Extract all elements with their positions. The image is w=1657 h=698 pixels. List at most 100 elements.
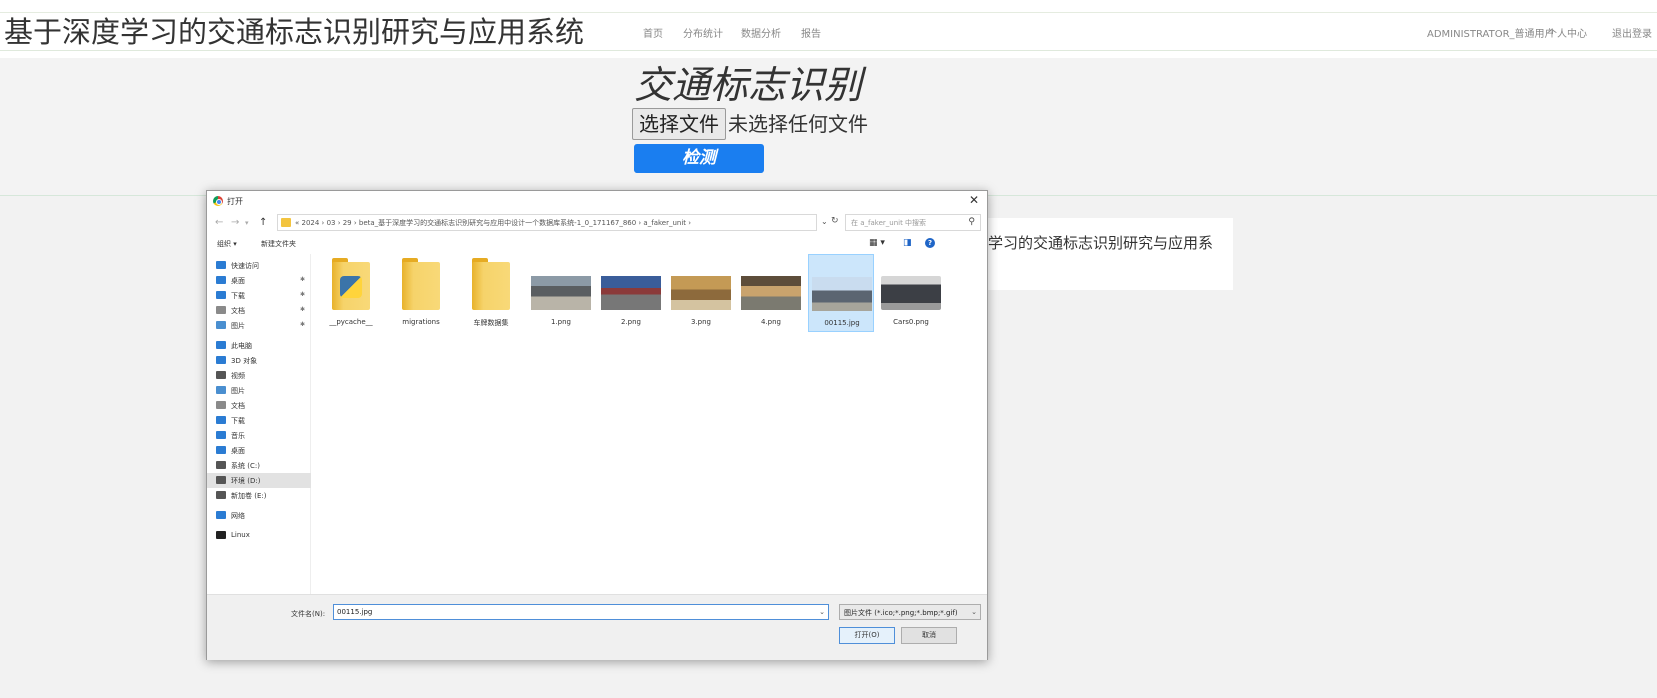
nav-pane-item[interactable]: 环境 (D:) — [207, 473, 311, 488]
nav-distribution-stats[interactable]: 分布统计 — [683, 25, 723, 40]
up-arrow-icon[interactable]: ↑ — [259, 217, 267, 228]
view-options-icon[interactable]: ▦ ▾ — [869, 238, 885, 248]
file-item[interactable]: 车牌数据集 — [458, 254, 524, 332]
nav-pane-label: 桌面 — [231, 277, 245, 285]
network-icon — [216, 511, 226, 519]
image-thumbnail — [531, 276, 591, 310]
linux-icon — [216, 531, 226, 539]
nav-pane-item[interactable]: 音乐 — [207, 428, 311, 443]
document-icon — [216, 401, 226, 409]
address-bar[interactable]: « 2024 › 03 › 29 › beta_基于深度学习的交通标志识别研究与… — [277, 214, 817, 231]
download-icon — [216, 416, 226, 424]
image-thumbnail — [812, 277, 872, 311]
nav-logout[interactable]: 退出登录 — [1612, 25, 1652, 40]
filetype-select[interactable]: 图片文件 (*.ico;*.png;*.bmp;*.gif) ⌄ — [839, 604, 981, 620]
filetype-value: 图片文件 (*.ico;*.png;*.bmp;*.gif) — [844, 609, 958, 617]
detect-button[interactable]: 检测 — [634, 144, 764, 173]
nav-user[interactable]: ADMINISTRATOR_普通用户 — [1427, 25, 1555, 40]
new-folder-button[interactable]: 新建文件夹 — [261, 239, 296, 249]
dialog-bottom: 文件名(N): 00115.jpg ⌄ 图片文件 (*.ico;*.png;*.… — [207, 594, 987, 660]
forward-arrow-icon[interactable]: → — [231, 217, 239, 228]
nav-pane-item[interactable]: 新加卷 (E:) — [207, 488, 311, 503]
navbar-border-bottom — [0, 50, 1657, 51]
drive-icon — [216, 461, 226, 469]
file-item[interactable]: 4.png — [738, 254, 804, 332]
chevron-down-icon[interactable]: ⌄ — [819, 608, 825, 616]
nav-pane-label: 视频 — [231, 372, 245, 380]
chevron-down-icon: ⌄ — [971, 608, 977, 616]
document-icon — [216, 306, 226, 314]
nav-pane-item[interactable]: 视频 — [207, 368, 311, 383]
file-item[interactable]: __pycache__ — [318, 254, 384, 332]
page-title: 交通标志识别 — [634, 63, 863, 107]
nav-pane-item[interactable]: 桌面 ✱ — [207, 273, 311, 288]
nav-pane-label: 文档 — [231, 307, 245, 315]
address-row: ← → ▾ ↑ « 2024 › 03 › 29 › beta_基于深度学习的交… — [207, 212, 987, 234]
nav-report[interactable]: 报告 — [801, 25, 821, 40]
upload-section: 交通标志识别 选择文件 未选择任何文件 检测 — [0, 58, 1657, 196]
nav-pane-item[interactable]: 图片 ✱ — [207, 318, 311, 333]
folder-icon — [472, 262, 510, 310]
file-item[interactable]: 2.png — [598, 254, 664, 332]
pin-icon: ✱ — [300, 276, 306, 283]
nav-pane-item[interactable]: 网络 — [207, 508, 311, 523]
choose-file-button[interactable]: 选择文件 — [632, 108, 726, 140]
nav-pane-item[interactable]: 3D 对象 — [207, 353, 311, 368]
nav-pane-label: 下载 — [231, 292, 245, 300]
folder-icon — [281, 218, 291, 227]
file-item[interactable]: 3.png — [668, 254, 734, 332]
nav-pane-item[interactable]: 文档 — [207, 398, 311, 413]
video-icon — [216, 371, 226, 379]
nav-pane-label: Linux — [231, 531, 250, 539]
open-button[interactable]: 打开(O) — [839, 627, 895, 644]
site-title: 基于深度学习的交通标志识别研究与应用系统 — [4, 15, 585, 49]
drive-icon — [216, 491, 226, 499]
image-thumbnail — [881, 276, 941, 310]
preview-pane-icon[interactable]: ◨ — [903, 238, 912, 248]
nav-pane-item[interactable]: 下载 ✱ — [207, 288, 311, 303]
nav-pane-item[interactable]: 此电脑 — [207, 338, 311, 353]
nav-pane-item[interactable]: 桌面 — [207, 443, 311, 458]
address-dropdown-icon[interactable]: ⌄ — [821, 217, 828, 226]
top-navbar: 基于深度学习的交通标志识别研究与应用系统 首页 分布统计 数据分析 报告 ADM… — [0, 0, 1657, 58]
file-item[interactable]: Cars0.png — [878, 254, 944, 332]
dialog-titlebar: 打开 ✕ — [207, 191, 987, 211]
nav-pane-item[interactable]: 系统 (C:) — [207, 458, 311, 473]
navbar-border-top — [0, 12, 1657, 13]
result-card-text: 基于深度学习的交通标志识别研究与应用系 — [960, 234, 1214, 252]
nav-pane-label: 环境 (D:) — [231, 477, 261, 485]
address-path: « 2024 › 03 › 29 › beta_基于深度学习的交通标志识别研究与… — [295, 219, 692, 227]
file-name: 1.png — [550, 318, 571, 326]
navigation-pane: 快速访问 桌面 ✱ 下载 ✱ 文档 ✱ 图片 ✱ 此电脑 3D 对象 视频 图片 文档 下载 音乐 桌面 系统 (… — [207, 254, 311, 594]
refresh-icon[interactable]: ↻ — [831, 216, 839, 226]
file-item[interactable]: migrations — [388, 254, 454, 332]
desktop-icon — [216, 276, 226, 284]
nav-pane-item[interactable]: Linux — [207, 528, 311, 543]
music-icon — [216, 431, 226, 439]
nav-home[interactable]: 首页 — [643, 25, 663, 40]
cube-icon — [216, 356, 226, 364]
recent-dropdown-icon[interactable]: ▾ — [245, 219, 249, 227]
nav-data-analysis[interactable]: 数据分析 — [741, 25, 781, 40]
organize-menu[interactable]: 组织 ▾ — [217, 239, 237, 249]
dialog-toolbar: 组织 ▾ 新建文件夹 ▦ ▾ ◨ ? — [207, 234, 987, 254]
back-arrow-icon[interactable]: ← — [215, 217, 223, 228]
nav-pane-label: 新加卷 (E:) — [231, 492, 267, 500]
file-item[interactable]: 1.png — [528, 254, 594, 332]
close-icon[interactable]: ✕ — [969, 193, 979, 207]
nav-pane-label: 网络 — [231, 512, 245, 520]
pin-icon: ✱ — [300, 291, 306, 298]
cancel-button[interactable]: 取消 — [901, 627, 957, 644]
search-input[interactable]: 在 a_faker_unit 中搜索 ⚲ — [845, 214, 981, 231]
file-item[interactable]: 00115.jpg — [808, 254, 874, 332]
help-icon[interactable]: ? — [925, 238, 935, 248]
nav-pane-item[interactable]: 下载 — [207, 413, 311, 428]
nav-pane-item[interactable]: 图片 — [207, 383, 311, 398]
nav-pane-item[interactable]: 快速访问 — [207, 258, 311, 273]
nav-personal-center[interactable]: 个人中心 — [1547, 25, 1587, 40]
filename-input[interactable]: 00115.jpg ⌄ — [333, 604, 829, 620]
folder-icon — [402, 262, 440, 310]
nav-pane-item[interactable]: 文档 ✱ — [207, 303, 311, 318]
nav-pane-label: 图片 — [231, 322, 245, 330]
nav-pane-label: 桌面 — [231, 447, 245, 455]
